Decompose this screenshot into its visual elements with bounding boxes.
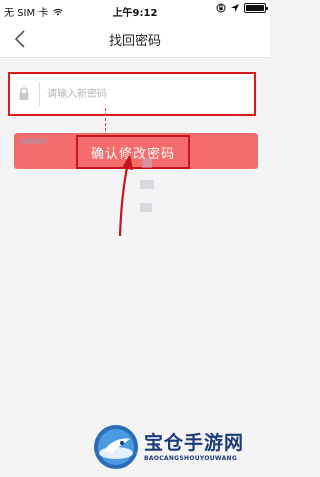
watermark-title: 宝仓手游网 [144, 432, 245, 454]
watermark: 宝仓手游网 BAOCANGSHOUYOUWANG [92, 422, 262, 472]
blur-mark-4 [140, 203, 152, 212]
status-bar: 无 SIM 卡 上午9:12 [0, 0, 270, 20]
rotation-lock-icon [216, 3, 226, 13]
lock-icon [19, 87, 29, 100]
watermark-subtitle: BAOCANGSHOUYOUWANG [144, 455, 238, 462]
confirm-change-password-button[interactable] [14, 133, 258, 169]
battery-icon [244, 3, 268, 13]
screen: 无 SIM 卡 上午9:12 找回密码 确认修改密码 宝仓手游网 BAOCANG… [0, 0, 270, 477]
watermark-text: 宝仓手游网 BAOCANGSHOUYOUWANG [144, 432, 244, 462]
new-password-field [8, 72, 256, 116]
nav-bar: 找回密码 [0, 20, 270, 58]
watermark-logo-icon [94, 425, 138, 469]
field-divider [39, 82, 40, 106]
location-icon [231, 4, 239, 12]
status-right [216, 3, 268, 13]
dotted-guide [105, 108, 106, 136]
new-password-input[interactable] [47, 79, 247, 109]
page-title: 找回密码 [108, 34, 161, 49]
blur-mark-3 [140, 180, 154, 189]
